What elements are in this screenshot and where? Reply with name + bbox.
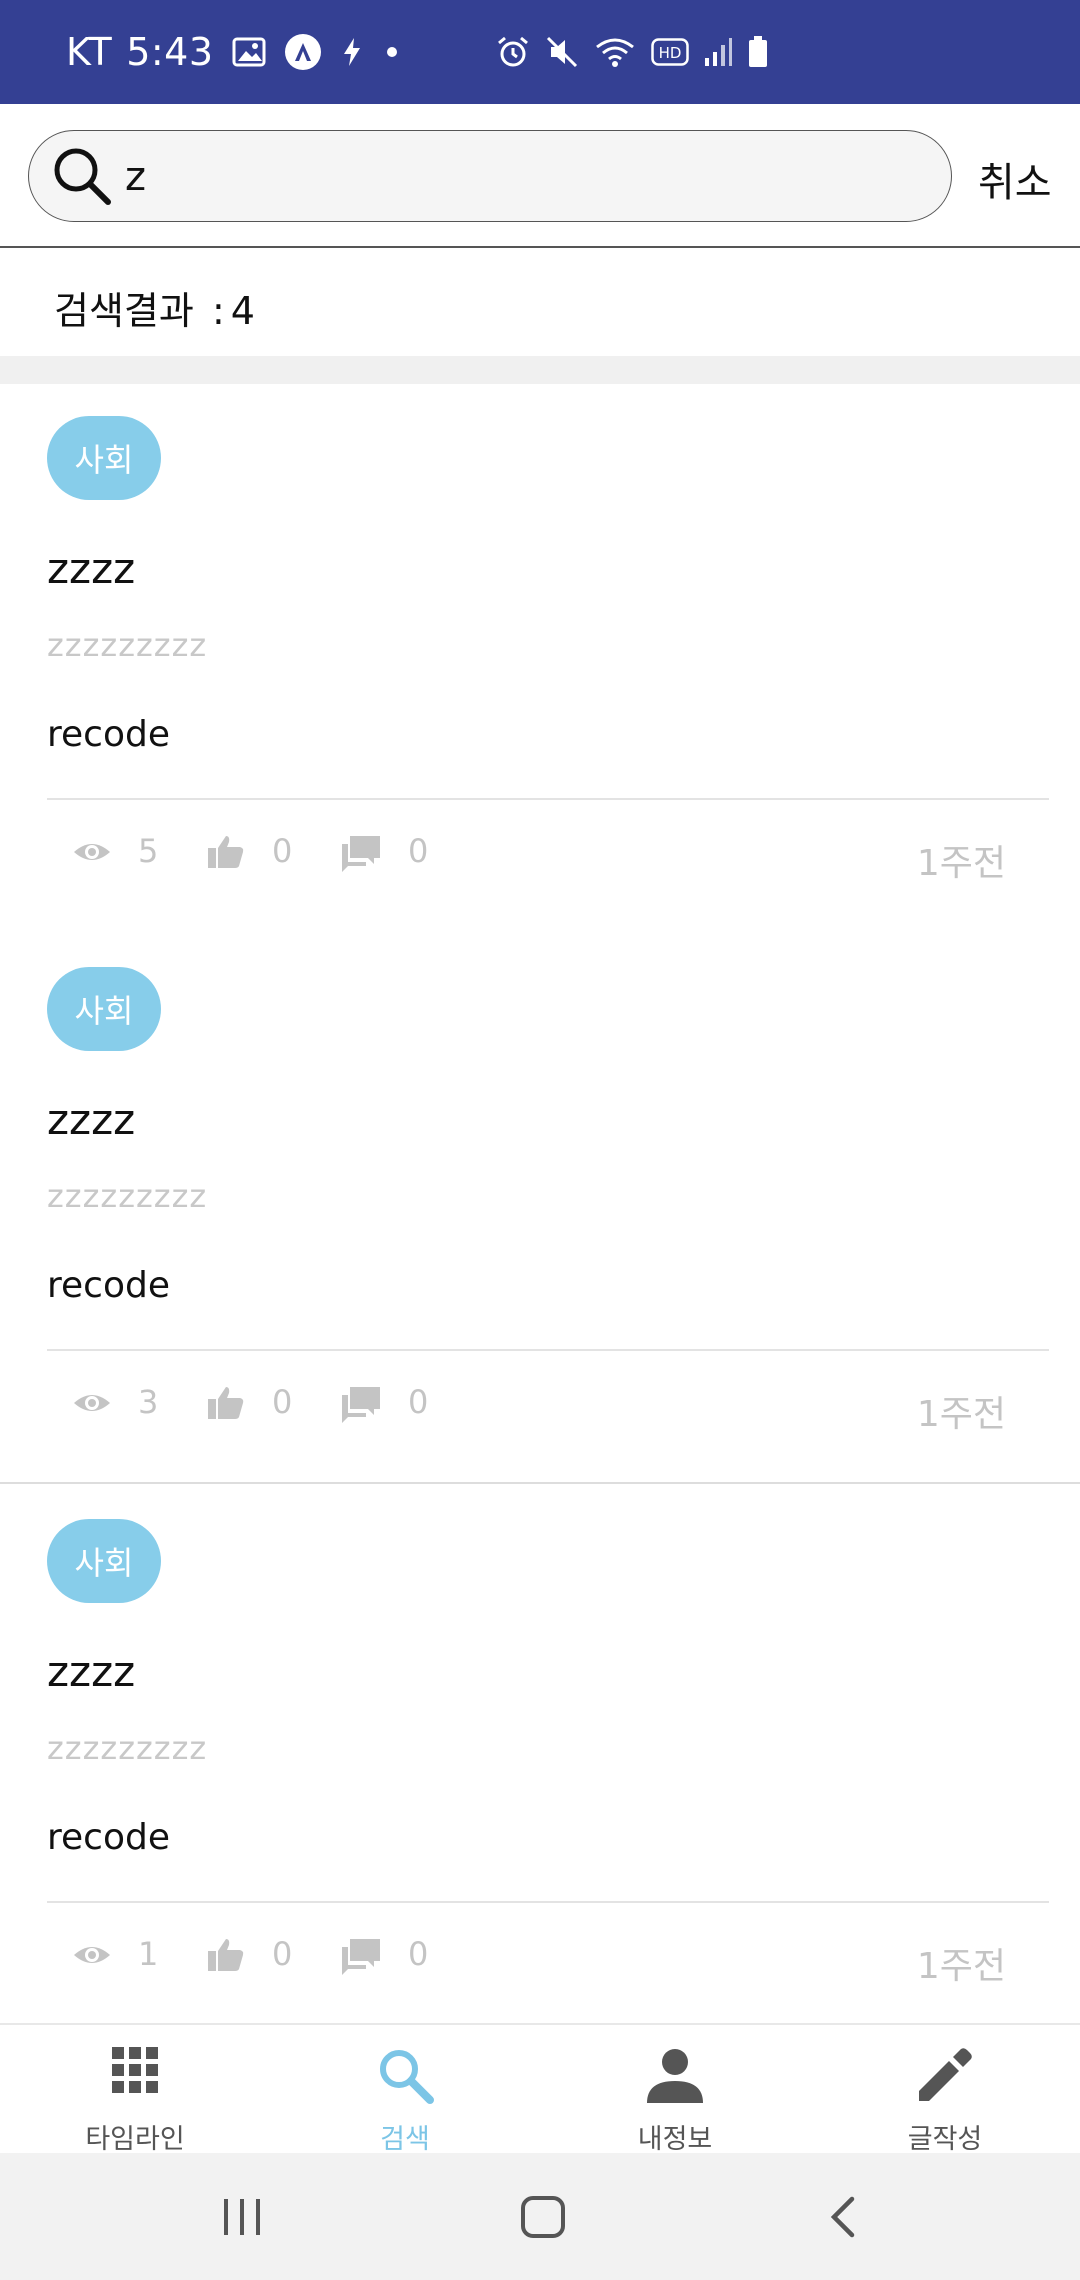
post-stats: 1 0 0 <box>72 1929 1012 1985</box>
divider <box>47 1349 1049 1351</box>
post-author: recode <box>47 1265 170 1306</box>
comment-count: 0 <box>408 832 429 870</box>
search-icon <box>380 2050 434 2104</box>
grid-icon <box>112 2047 158 2093</box>
result-count-value: 4 <box>230 289 255 333</box>
nav-label: 타임라인 <box>85 2124 185 2155</box>
result-count-separator: : <box>211 289 225 333</box>
post-time: 1주전 <box>916 1394 1006 1435</box>
nav-label: 검색 <box>380 2124 430 2155</box>
divider <box>47 798 1049 800</box>
search-header: 취소 <box>0 104 1080 248</box>
svg-text:HD: HD <box>659 44 682 62</box>
like-count: 0 <box>272 1935 293 1973</box>
nav-label: 내정보 <box>637 2124 713 2155</box>
result-count: 검색결과 :4 <box>54 280 255 335</box>
view-count: 5 <box>138 832 159 870</box>
search-input[interactable] <box>123 145 927 209</box>
like-count: 0 <box>272 1383 293 1421</box>
post-title: zzzz <box>47 544 136 593</box>
view-count: 3 <box>138 1383 159 1421</box>
section-gap <box>0 356 1080 384</box>
image-icon <box>232 37 266 67</box>
cancel-button[interactable]: 취소 <box>978 150 1052 208</box>
result-count-label: 검색결과 <box>54 289 194 333</box>
search-box[interactable] <box>28 130 952 222</box>
post-author: recode <box>47 1817 170 1858</box>
category-tag[interactable]: 사회 <box>47 1519 161 1603</box>
wifi-icon <box>596 38 634 67</box>
nav-item-write[interactable]: 글작성 <box>810 2025 1080 2155</box>
nav-item-profile[interactable]: 내정보 <box>540 2025 810 2155</box>
post-title: zzzz <box>47 1095 136 1144</box>
bottom-nav: 타임라인 검색 내정보 글작성 <box>0 2023 1080 2155</box>
a-circle-icon <box>284 34 321 70</box>
comment-count: 0 <box>408 1935 429 1973</box>
hd-icon: HD <box>651 38 689 66</box>
comment-count: 0 <box>408 1383 429 1421</box>
post-stats: 5 0 0 <box>72 826 1012 882</box>
comment-icon <box>342 836 380 872</box>
person-icon <box>647 2049 703 2103</box>
category-tag[interactable]: 사회 <box>47 967 161 1051</box>
post-time: 1주전 <box>916 843 1006 884</box>
comment-icon <box>342 1939 380 1975</box>
carrier-label: KT <box>66 30 113 74</box>
dot-icon <box>386 47 397 57</box>
thumbs-up-icon <box>208 1939 244 1971</box>
post-time: 1주전 <box>916 1946 1006 1987</box>
signal-icon <box>705 38 732 66</box>
eye-icon <box>74 844 110 860</box>
eye-icon <box>74 1395 110 1411</box>
post-author: recode <box>47 714 170 755</box>
nav-label: 글작성 <box>907 2124 983 2155</box>
divider <box>0 1482 1080 1484</box>
nav-item-timeline[interactable]: 타임라인 <box>0 2025 270 2155</box>
battery-icon <box>749 36 767 67</box>
system-nav-bar <box>0 2153 1080 2280</box>
like-count: 0 <box>272 832 293 870</box>
category-tag[interactable]: 사회 <box>47 416 161 500</box>
nav-item-search[interactable]: 검색 <box>270 2025 540 2155</box>
comment-icon <box>342 1387 380 1423</box>
mute-icon <box>546 36 578 68</box>
post-stats: 3 0 0 <box>72 1377 1012 1433</box>
bolt-icon <box>343 38 360 66</box>
clock: 5:43 <box>126 30 214 74</box>
thumbs-up-icon <box>208 1387 244 1419</box>
thumbs-up-icon <box>208 836 244 868</box>
post-preview: zzzzzzzzz <box>47 1729 208 1767</box>
view-count: 1 <box>138 1935 159 1973</box>
post-preview: zzzzzzzzz <box>47 626 208 664</box>
home-icon[interactable] <box>520 2195 566 2239</box>
post-title: zzzz <box>47 1647 136 1696</box>
back-icon[interactable] <box>828 2195 858 2239</box>
eye-icon <box>74 1947 110 1963</box>
status-bar: KT 5:43 HD <box>0 0 1080 104</box>
recent-apps-icon[interactable] <box>222 2195 262 2239</box>
divider <box>47 1901 1049 1903</box>
post-preview: zzzzzzzzz <box>47 1177 208 1215</box>
pencil-icon <box>919 2048 972 2101</box>
alarm-icon <box>498 36 528 67</box>
search-icon <box>54 148 111 205</box>
